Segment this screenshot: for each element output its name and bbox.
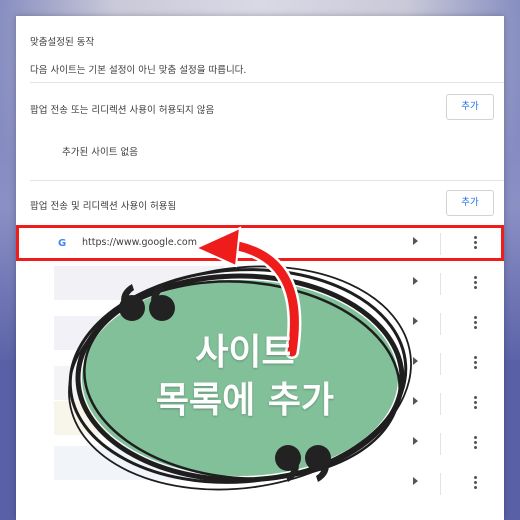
- caption-line-2: 목록에 추가: [155, 380, 335, 421]
- divider: [440, 353, 441, 375]
- caption-line-1: 사이트: [195, 332, 295, 373]
- add-blocked-site-button[interactable]: 추가: [446, 94, 494, 120]
- empty-list-text: 추가된 사이트 없음: [62, 147, 138, 158]
- add-allowed-site-button[interactable]: 추가: [446, 190, 494, 216]
- chevron-right-icon[interactable]: [413, 277, 418, 285]
- section-description: 다음 사이트는 기본 설정이 아닌 맞춤 설정을 따릅니다.: [30, 65, 247, 76]
- chevron-right-icon[interactable]: [413, 437, 418, 445]
- chevron-right-icon[interactable]: [413, 317, 418, 325]
- section-title: 맞춤설정된 동작: [30, 37, 95, 48]
- chevron-right-icon[interactable]: [413, 477, 418, 485]
- chevron-right-icon[interactable]: [413, 397, 418, 405]
- highlight-box: [16, 225, 504, 261]
- site-row[interactable]: [16, 464, 504, 504]
- settings-panel: 맞춤설정된 동작 다음 사이트는 기본 설정이 아닌 맞춤 설정을 따릅니다. …: [16, 16, 504, 520]
- more-options-icon[interactable]: [474, 476, 478, 492]
- chevron-right-icon[interactable]: [413, 357, 418, 365]
- site-row[interactable]: [16, 424, 504, 464]
- more-options-icon[interactable]: [474, 316, 478, 332]
- more-options-icon[interactable]: [474, 276, 478, 292]
- more-options-icon[interactable]: [474, 396, 478, 412]
- divider: [30, 82, 504, 83]
- allowed-list-label: 팝업 전송 및 리디렉션 사용이 허용됨: [30, 201, 177, 212]
- divider: [440, 393, 441, 415]
- blocked-list-label: 팝업 전송 또는 리디렉션 사용이 허용되지 않음: [30, 105, 215, 116]
- more-options-icon[interactable]: [474, 356, 478, 372]
- divider: [440, 273, 441, 295]
- more-options-icon[interactable]: [474, 436, 478, 452]
- divider: [30, 180, 504, 181]
- divider: [440, 433, 441, 455]
- divider: [440, 313, 441, 335]
- divider: [440, 473, 441, 495]
- site-row[interactable]: [16, 264, 504, 304]
